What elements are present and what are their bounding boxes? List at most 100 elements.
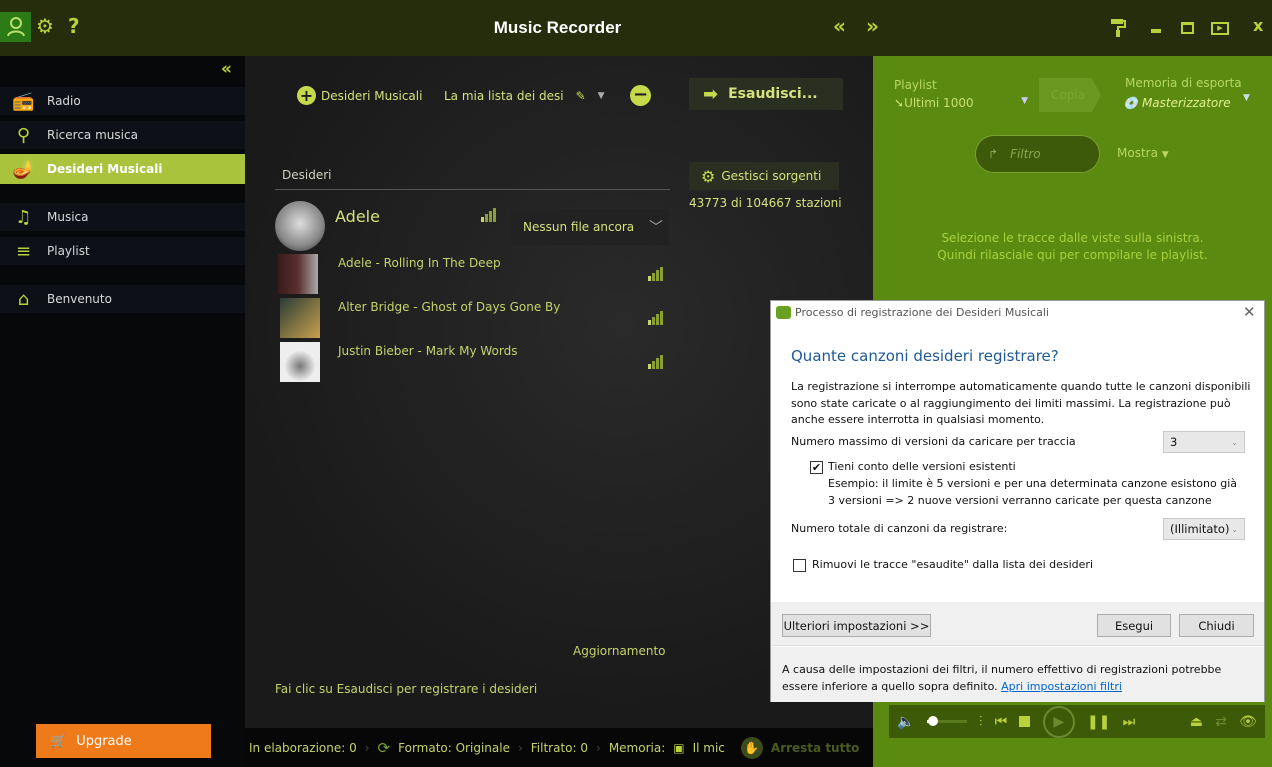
sidebar-item-label: Musica xyxy=(47,210,89,224)
collapse-sidebar-icon[interactable]: « xyxy=(221,59,232,79)
total-select[interactable]: (Illimitato) ⌄ xyxy=(1163,518,1245,540)
close-icon[interactable]: ✕ xyxy=(1243,303,1256,321)
footer-text: A causa delle impostazioni dei filtri, i… xyxy=(782,662,1252,695)
signal-icon xyxy=(648,267,663,281)
dialog-intro: La registrazione si interrompe automatic… xyxy=(791,380,1251,426)
hint-text: Fai clic su Esaudisci per registrare i d… xyxy=(275,682,538,696)
play-icon[interactable]: ▶ xyxy=(1042,705,1075,738)
close-button[interactable]: Chiudi xyxy=(1179,614,1254,637)
consider-existing-checkbox[interactable]: ✔ xyxy=(810,461,823,474)
processing-count: In elaborazione: 0 xyxy=(249,740,357,755)
dialog-title: Processo di registrazione dei Desideri M… xyxy=(795,306,1049,319)
sidebar-item-label: Benvenuto xyxy=(47,292,112,306)
signal-icon xyxy=(481,208,496,222)
copy-button[interactable]: Copia xyxy=(1039,78,1101,112)
filter-input[interactable]: ↱ Filtro xyxy=(975,135,1100,173)
memory-label: Memoria: xyxy=(608,740,666,755)
plus-circle-icon: + xyxy=(297,86,316,105)
shuffle-icon[interactable]: ⇄ xyxy=(1215,714,1227,730)
format-status[interactable]: Formato: Originale xyxy=(398,741,510,755)
stop-icon[interactable] xyxy=(1019,716,1031,727)
esaudisci-button[interactable]: ➡ Esaudisci... xyxy=(689,78,843,110)
eye-icon[interactable]: 👁 xyxy=(1239,714,1257,730)
add-wish-button[interactable]: + Desideri Musicali xyxy=(297,86,422,105)
app-title: Music Recorder xyxy=(493,18,622,37)
equalizer-icon[interactable]: ⫶ xyxy=(979,714,983,730)
sidebar-item-radio[interactable]: 📻 Radio xyxy=(0,87,245,115)
paint-roller-icon[interactable] xyxy=(1110,18,1126,38)
sidebar-item-welcome[interactable]: ⌂ Benvenuto xyxy=(0,285,245,313)
run-button[interactable]: Esegui xyxy=(1097,614,1171,637)
sidebar-item-wishlist[interactable]: 🪔 Desideri Musicali xyxy=(0,154,245,184)
sidebar-item-label: Radio xyxy=(47,94,81,108)
sidebar-item-music[interactable]: ♫ Musica xyxy=(0,203,245,231)
minimize-icon[interactable] xyxy=(1151,29,1161,33)
remove-fulfilled-label: Rimuovi le tracce "esaudite" dalla lista… xyxy=(812,558,1094,571)
app-icon xyxy=(776,306,791,319)
maximize-icon[interactable] xyxy=(1181,22,1194,34)
remove-list-icon[interactable]: − xyxy=(630,85,651,106)
title-bar: ⚙ ? Music Recorder « » ▶ x xyxy=(0,0,1272,56)
export-selector[interactable]: 💿 Masterizzatore xyxy=(1123,96,1253,110)
close-icon[interactable]: x xyxy=(1253,16,1263,35)
mini-player-icon[interactable]: ▶ xyxy=(1211,22,1229,35)
airplay-icon[interactable]: ⏏ xyxy=(1190,714,1203,730)
show-label: Mostra xyxy=(1117,146,1158,160)
previous-icon[interactable]: ⏮ xyxy=(995,714,1008,730)
list-selector[interactable]: La mia lista dei desi ✎ ▼ xyxy=(444,89,605,103)
lamp-icon: 🪔 xyxy=(12,158,35,180)
volume-icon[interactable]: 🔈 xyxy=(897,714,914,730)
chevron-down-icon[interactable]: ▼ xyxy=(1243,93,1250,103)
nav-back-icon[interactable]: « xyxy=(833,14,846,38)
no-file-dropdown[interactable]: Nessun file ancora ﹀ xyxy=(511,209,669,245)
upgrade-button[interactable]: 🛒 Upgrade xyxy=(36,724,211,758)
export-label: Memoria di esporta xyxy=(1125,76,1242,90)
radio-icon: 📻 xyxy=(12,90,35,112)
stop-all-button[interactable]: Arresta tutto xyxy=(771,741,859,755)
album-cover xyxy=(278,254,318,294)
update-link[interactable]: Aggiornamento xyxy=(573,644,666,658)
sidebar-item-label: Desideri Musicali xyxy=(47,162,163,176)
empty-hint: Selezione le tracce dalle viste sulla si… xyxy=(873,230,1272,264)
pause-icon[interactable]: ❚❚ xyxy=(1087,714,1110,730)
cart-icon: 🛒 xyxy=(50,733,67,749)
chevron-down-icon: ▼ xyxy=(1161,150,1169,160)
manage-sources-button[interactable]: ⚙ Gestisci sorgenti xyxy=(689,162,839,190)
max-versions-label: Numero massimo di versioni da caricare p… xyxy=(791,435,1076,448)
playlist-selector[interactable]: ➘Ultimi 1000 ▼ xyxy=(894,96,1028,110)
playlist-icon: ≡ xyxy=(15,240,32,262)
more-settings-button[interactable]: Ulteriori impostazioni >> xyxy=(782,614,931,637)
home-icon: ⌂ xyxy=(17,288,30,310)
chevron-down-icon: ▼ xyxy=(1021,96,1028,106)
sidebar-item-search[interactable]: ⚲ Ricerca musica xyxy=(0,121,245,149)
chevron-down-icon[interactable]: ▼ xyxy=(598,91,605,103)
max-versions-select[interactable]: 3 ⌄ xyxy=(1163,431,1245,453)
playlist-arrow-icon: ➘ xyxy=(894,96,905,110)
search-icon: ⚲ xyxy=(16,124,31,146)
nav-forward-icon[interactable]: » xyxy=(866,14,879,38)
remove-fulfilled-checkbox[interactable] xyxy=(793,559,806,572)
sidebar-item-playlist[interactable]: ≡ Playlist xyxy=(0,237,245,265)
filtered-count[interactable]: Filtrato: 0 xyxy=(531,741,588,755)
music-note-icon: ♫ xyxy=(15,206,32,228)
next-icon[interactable]: ⏭ xyxy=(1123,714,1136,730)
dialog-heading: Quante canzoni desideri registrare? xyxy=(791,347,1059,365)
filter-placeholder: Filtro xyxy=(1010,147,1041,161)
sidebar-item-label: Playlist xyxy=(47,244,90,258)
sidebar-item-label: Ricerca musica xyxy=(47,128,138,142)
chevron-down-icon: ⌄ xyxy=(1231,524,1238,534)
example-text: Esempio: il limite è 5 versioni e per un… xyxy=(828,477,1238,507)
disc-icon: 💿 xyxy=(1123,96,1138,110)
volume-slider[interactable] xyxy=(926,716,967,726)
esaudisci-label: Esaudisci... xyxy=(728,86,818,102)
total-label: Numero totale di canzoni da registrare: xyxy=(791,522,1008,535)
consider-existing-label: Tieni conto delle versioni esistenti xyxy=(828,460,1016,473)
track-title: Justin Bieber - Mark My Words xyxy=(338,344,518,358)
show-dropdown[interactable]: Mostra ▼ xyxy=(1117,146,1169,160)
chevron-down-icon: ﹀ xyxy=(649,220,663,236)
export-value: Masterizzatore xyxy=(1141,96,1231,110)
empty-hint-line: Selezione le tracce dalle viste sulla si… xyxy=(941,231,1204,245)
open-filter-settings-link[interactable]: Apri impostazioni filtri xyxy=(1001,680,1122,693)
pencil-icon[interactable]: ✎ xyxy=(576,89,586,103)
memory-value[interactable]: Il mic xyxy=(693,741,725,755)
